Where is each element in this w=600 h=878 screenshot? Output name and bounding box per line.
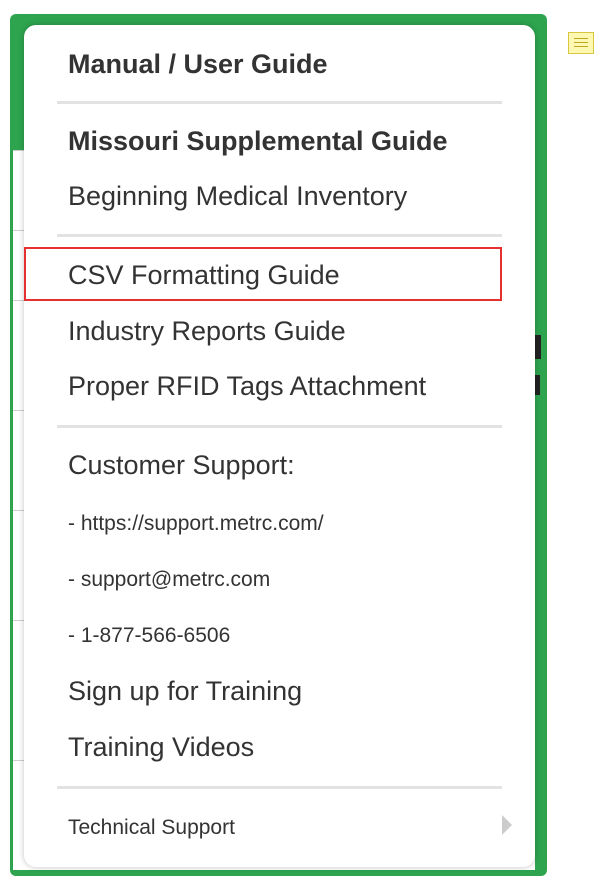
menu-item-support-email[interactable]: - support@metrc.com <box>68 568 270 592</box>
menu-item-sign-up-for-training[interactable]: Sign up for Training <box>68 676 302 707</box>
customer-support-heading: Customer Support: <box>68 450 295 480</box>
bg-handle <box>535 375 540 395</box>
menu-item-training-videos[interactable]: Training Videos <box>68 732 254 763</box>
menu-item-csv-formatting-guide[interactable]: CSV Formatting Guide <box>68 260 340 291</box>
chevron-right-icon <box>502 815 512 835</box>
menu-item-beginning-medical-inventory[interactable]: Beginning Medical Inventory <box>68 181 407 212</box>
menu-divider <box>57 425 502 428</box>
menu-item-manual-user-guide[interactable]: Manual / User Guide <box>68 49 328 80</box>
menu-divider <box>57 101 502 104</box>
menu-divider <box>57 786 502 789</box>
bg-handle <box>535 335 541 359</box>
menu-item-proper-rfid-tags-attachment[interactable]: Proper RFID Tags Attachment <box>68 371 426 402</box>
menu-item-support-phone[interactable]: - 1-877-566-6506 <box>68 624 230 648</box>
menu-divider <box>57 234 502 237</box>
menu-item-support-website[interactable]: - https://support.metrc.com/ <box>68 512 324 536</box>
menu-item-technical-support[interactable]: Technical Support <box>68 816 235 840</box>
help-dropdown-menu: Manual / User Guide Missouri Supplementa… <box>24 25 535 867</box>
menu-item-industry-reports-guide[interactable]: Industry Reports Guide <box>68 316 346 347</box>
sticky-note-icon[interactable] <box>568 32 594 54</box>
menu-item-missouri-supplemental-guide[interactable]: Missouri Supplemental Guide <box>68 126 448 157</box>
